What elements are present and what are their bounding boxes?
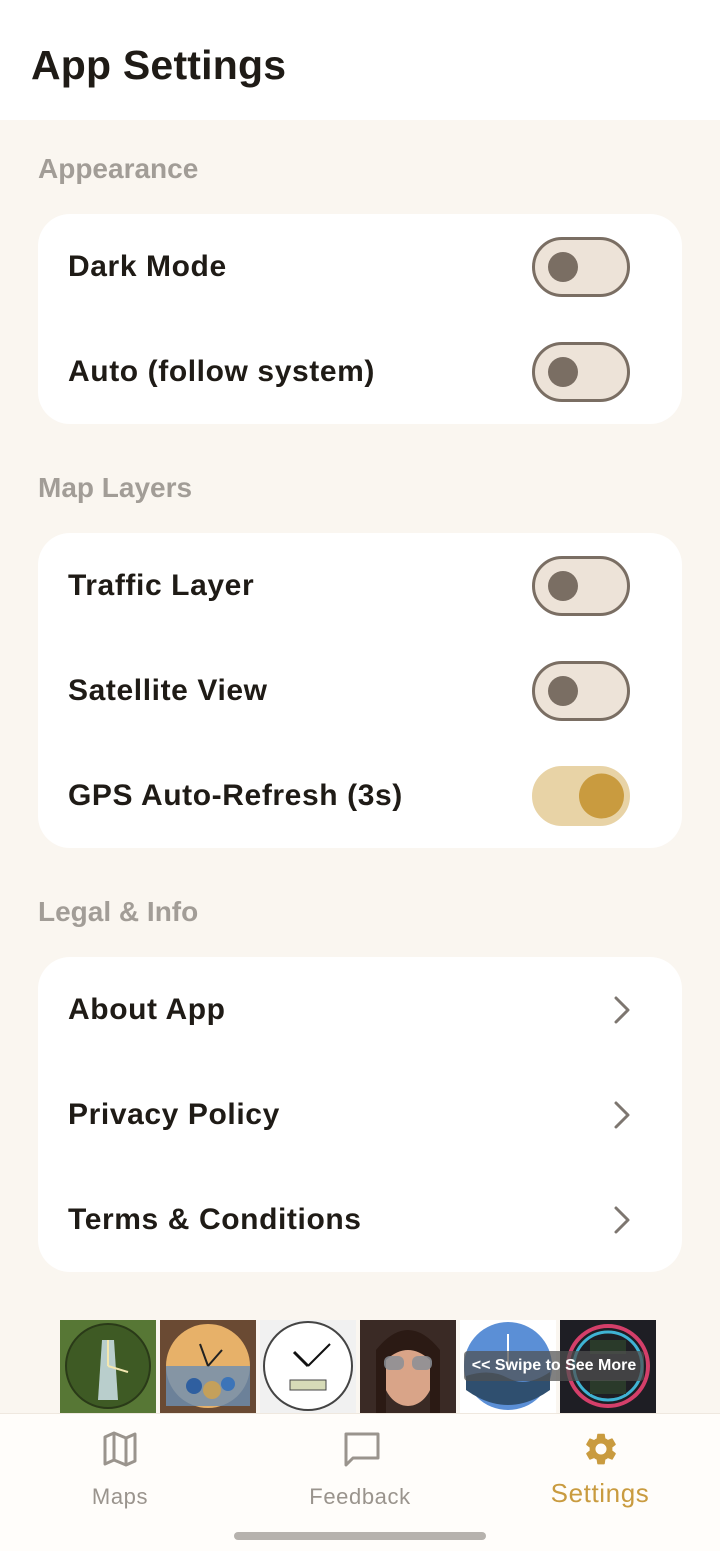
setting-row-dark-mode[interactable]: Dark Mode — [38, 214, 682, 319]
ad-thumbnail-beach-clock[interactable] — [160, 1320, 256, 1413]
bottom-navigation: Maps Feedback Settings — [0, 1413, 720, 1551]
section-title-map-layers: Map Layers — [38, 472, 193, 503]
ad-thumbnail-white-clock[interactable] — [260, 1320, 356, 1413]
setting-label: Auto (follow system) — [68, 354, 376, 388]
toggle-knob — [548, 251, 578, 282]
toggle-knob — [579, 773, 624, 818]
ad-thumbnail-waterfall-clock[interactable] — [60, 1320, 156, 1413]
home-indicator[interactable] — [234, 1532, 486, 1540]
appearance-card: Dark Mode Auto (follow system) — [38, 214, 682, 424]
section-title-legal-info: Legal & Info — [38, 896, 199, 927]
nav-label: Maps — [91, 1484, 149, 1509]
toggle-knob — [548, 570, 578, 601]
dark-mode-toggle[interactable] — [532, 236, 630, 297]
list-item-label: Terms & Conditions — [68, 1202, 362, 1236]
setting-label: GPS Auto-Refresh (3s) — [68, 778, 403, 812]
nav-item-feedback[interactable]: Feedback — [240, 1414, 480, 1524]
nav-item-maps[interactable]: Maps — [0, 1414, 240, 1524]
legal-info-card: About App Privacy Policy Terms & Conditi… — [38, 957, 682, 1272]
traffic-layer-toggle[interactable] — [532, 555, 630, 616]
setting-label: Traffic Layer — [68, 568, 255, 602]
map-layers-card: Traffic Layer Satellite View GPS Auto-Re… — [38, 533, 682, 848]
setting-row-auto-follow-system[interactable]: Auto (follow system) — [38, 319, 682, 424]
setting-row-traffic-layer[interactable]: Traffic Layer — [38, 533, 682, 638]
chat-icon — [344, 1432, 380, 1467]
setting-row-gps-auto-refresh[interactable]: GPS Auto-Refresh (3s) — [38, 743, 682, 848]
toggle-knob — [548, 356, 578, 387]
nav-label: Settings — [550, 1478, 650, 1508]
chevron-right-icon — [614, 1206, 630, 1233]
gps-auto-refresh-toggle[interactable] — [532, 765, 630, 826]
auto-follow-system-toggle[interactable] — [532, 341, 630, 402]
setting-row-satellite-view[interactable]: Satellite View — [38, 638, 682, 743]
chevron-right-icon — [614, 1101, 630, 1128]
nav-label: Feedback — [309, 1484, 411, 1509]
toggle-knob — [548, 675, 578, 706]
nav-item-settings[interactable]: Settings — [480, 1414, 720, 1524]
page-title: App Settings — [31, 42, 287, 88]
gear-icon — [586, 1433, 616, 1465]
chevron-right-icon — [614, 996, 630, 1023]
setting-label: Satellite View — [68, 673, 268, 707]
swipe-hint[interactable]: << Swipe to See More — [464, 1351, 644, 1381]
list-item-terms-conditions[interactable]: Terms & Conditions — [38, 1167, 682, 1272]
app-header: App Settings — [0, 0, 720, 120]
list-item-label: Privacy Policy — [68, 1097, 280, 1131]
ad-thumbnail-portrait[interactable] — [360, 1320, 456, 1413]
list-item-label: About App — [68, 992, 226, 1026]
map-icon — [103, 1431, 137, 1467]
satellite-view-toggle[interactable] — [532, 660, 630, 721]
list-item-privacy-policy[interactable]: Privacy Policy — [38, 1062, 682, 1167]
setting-label: Dark Mode — [68, 249, 227, 283]
list-item-about-app[interactable]: About App — [38, 957, 682, 1062]
section-title-appearance: Appearance — [38, 153, 199, 184]
